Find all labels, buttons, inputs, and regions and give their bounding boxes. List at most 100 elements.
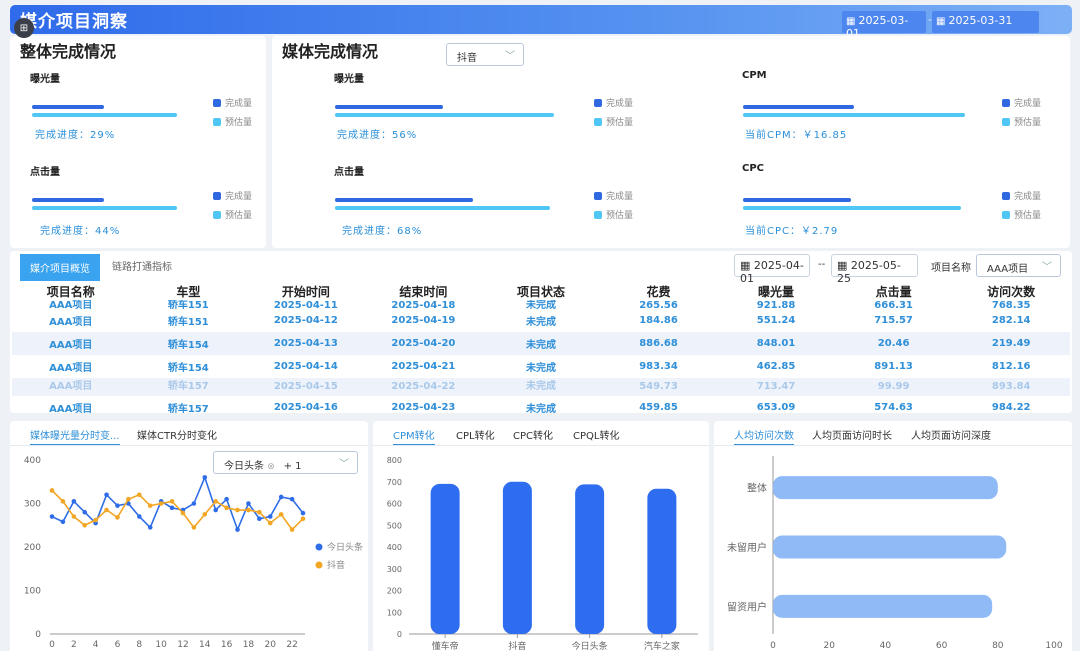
legend-label: 今日头条 xyxy=(327,541,363,553)
table-cell: 549.73 xyxy=(599,378,718,396)
table-row[interactable]: AAA项目 轿车154 2025-04-13 2025-04-20 未完成 886.68 8… xyxy=(12,332,1070,355)
overview-date-start[interactable]: ▦ 2025-04-01 xyxy=(734,254,810,285)
overview-date-separator: -- xyxy=(818,259,826,270)
calendar-icon: ▦ xyxy=(740,259,754,272)
legend-done-swatch xyxy=(594,192,602,200)
table-cell: 未完成 xyxy=(482,332,600,355)
platform-select[interactable]: 抖音 ﹀ xyxy=(446,43,524,66)
overall-title: 整体完成情况 xyxy=(20,42,117,61)
tab-cpql-conversion[interactable]: CPQL转化 xyxy=(573,427,619,442)
tab-cpl-conversion[interactable]: CPL转化 xyxy=(456,427,495,442)
table-cell: 715.57 xyxy=(874,315,913,326)
tab-depth-per-user[interactable]: 人均页面访问深度 xyxy=(911,427,991,442)
tab-media-overview[interactable]: 媒介项目概览 xyxy=(20,254,100,281)
calendar-icon: ▦ xyxy=(846,16,856,27)
data-point xyxy=(267,514,273,519)
overview-date-end[interactable]: ▦ 2025-05-25 xyxy=(831,254,918,285)
table-cell: 265.56 xyxy=(639,300,678,310)
x-tick-label: 80 xyxy=(992,641,1004,651)
table-cell: 2025-04-11 xyxy=(273,300,338,310)
table-cell: 921.88 xyxy=(756,300,796,310)
table-row[interactable]: AAA项目 轿车151 2025-04-12 2025-04-19 未完成 184.86 5… xyxy=(12,309,1070,332)
data-point xyxy=(300,510,306,516)
column-header: 开始时间 xyxy=(281,285,330,299)
tab-visits-per-user[interactable]: 人均访问次数 xyxy=(734,427,794,446)
media-exposure-label: 曝光量 xyxy=(334,74,364,85)
table-cell: 2025-04-13 xyxy=(247,332,365,355)
data-point xyxy=(60,519,66,525)
media-exposure-progress: 完成进度：56% xyxy=(337,130,418,141)
table-cell: 2025-04-23 xyxy=(391,402,456,413)
legend-estimate-label: 预估量 xyxy=(606,118,634,128)
data-point xyxy=(93,517,98,523)
data-point xyxy=(289,527,295,532)
x-tick-label: 40 xyxy=(880,641,892,651)
table-cell: 984.22 xyxy=(991,402,1031,413)
tab-cpc-conversion[interactable]: CPC转化 xyxy=(513,427,553,442)
media-cpc-value: 当前CPC：￥2.79 xyxy=(745,226,839,237)
column-header: 项目状态 xyxy=(516,285,565,299)
table-cell: 2025-04-20 xyxy=(364,332,483,355)
overall-clicks-estimate-bar xyxy=(32,206,177,210)
legend-estimate: 预估量 xyxy=(1002,208,1041,221)
table-row[interactable]: AAA项目 轿车154 2025-04-14 2025-04-21 未完成 983.34 4… xyxy=(12,355,1070,378)
table-cell: 2025-04-14 xyxy=(273,361,338,372)
data-point xyxy=(278,494,284,500)
header-date-start[interactable]: ▦ 2025-03-01 xyxy=(842,11,926,40)
y-tick-label: 700 xyxy=(387,478,402,487)
y-tick-label: 整体 xyxy=(747,482,767,495)
media-cpm-done-bar xyxy=(743,105,854,109)
y-tick-label: 未留用户 xyxy=(727,541,767,554)
x-tick-label: 100 xyxy=(1045,641,1062,651)
bar xyxy=(575,484,605,634)
legend-done: 完成量 xyxy=(594,96,633,109)
table-cell: 886.68 xyxy=(599,332,718,355)
y-tick-label: 200 xyxy=(24,543,41,553)
x-tick-label: 汽车之家 xyxy=(644,640,680,651)
hourly-panel: 媒体曝光量分时变... 媒体CTR分时变化 今日头条 ⊗ + 1 ﹀ 0 100 2… xyxy=(10,421,368,651)
y-tick-label: 100 xyxy=(24,587,41,597)
table-cell: 574.63 xyxy=(874,402,913,413)
table-cell: 未完成 xyxy=(482,378,600,396)
project-select[interactable]: AAA项目 ﹀ xyxy=(976,254,1061,277)
legend-estimate-swatch xyxy=(213,118,221,126)
hbar-chart: 0 20 40 60 80 100 整体未留用户留资用户 xyxy=(727,456,1063,651)
data-point xyxy=(257,509,262,515)
tab-ctr-hourly[interactable]: 媒体CTR分时变化 xyxy=(137,427,217,442)
legend-done: 完成量 xyxy=(594,189,633,202)
media-clicks-done-bar xyxy=(335,198,473,202)
data-point xyxy=(213,499,218,504)
table-row[interactable]: AAA项目 轿车157 2025-04-15 2025-04-22 未完成 549.73 7… xyxy=(12,378,1070,396)
y-tick-label: 600 xyxy=(387,500,402,509)
project-select-value: AAA项目 xyxy=(987,264,1029,275)
column-header: 车型 xyxy=(176,285,201,299)
tab-link-metrics[interactable]: 链路打通指标 xyxy=(112,258,172,273)
table-row[interactable]: AAA项目 轿车151 2025-04-11 2025-04-18 未完成 265.56 9… xyxy=(12,300,1070,310)
legend-estimate-label: 预估量 xyxy=(225,118,253,128)
media-card: 媒体完成情况 抖音 ﹀ 曝光量 完成进度：56% 完成量 预估量 点击量 完成进度… xyxy=(272,36,1070,248)
header-date-end[interactable]: ▦ 2025-03-31 xyxy=(932,11,1039,33)
media-cpc-label: CPC xyxy=(742,163,765,174)
data-point xyxy=(115,503,120,508)
table-header-row: 项目名称 车型 开始时间 结束时间 项目状态 花费 曝光量 点击量 访问次数 xyxy=(12,283,1070,300)
project-name-label: 项目名称 xyxy=(931,263,971,274)
y-tick-label: 0 xyxy=(397,630,402,639)
legend-done: 完成量 xyxy=(1002,96,1041,109)
legend-done-swatch xyxy=(213,192,221,200)
legend-swatch xyxy=(315,561,323,569)
table-row[interactable]: AAA项目 轿车157 2025-04-16 2025-04-23 未完成 459.85 6… xyxy=(12,396,1070,419)
table-cell: 812.16 xyxy=(991,361,1031,372)
data-point xyxy=(115,515,120,520)
tab-exposure-hourly[interactable]: 媒体曝光量分时变... xyxy=(30,427,120,446)
tab-duration-per-user[interactable]: 人均页面访问时长 xyxy=(812,427,892,442)
table-cell: 848.01 xyxy=(717,332,835,355)
x-tick-label: 8 xyxy=(136,640,142,650)
legend-estimate-swatch xyxy=(594,118,602,126)
tab-cpm-conversion[interactable]: CPM转化 xyxy=(393,427,435,446)
grid-menu-icon[interactable]: ⊞ xyxy=(14,18,34,38)
table-cell: 891.13 xyxy=(874,361,913,372)
y-tick-label: 200 xyxy=(387,587,402,596)
table-cell: 轿车157 xyxy=(129,378,248,396)
bar xyxy=(430,483,460,634)
table-cell: 2025-04-19 xyxy=(391,315,456,326)
